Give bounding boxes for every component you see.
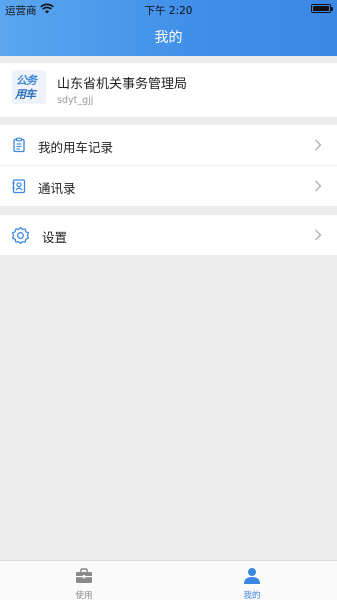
chevron-right-icon (315, 229, 322, 241)
page-title: 我的 (154, 30, 183, 46)
header-bar: 运营商 下午 2:20 我的 (0, 0, 337, 56)
person-icon (244, 568, 260, 584)
logo-text-line2: 用车 (15, 88, 36, 101)
records-label: 我的用车记录 (38, 140, 114, 155)
status-time: 下午 2:20 (144, 5, 193, 17)
tab-use-label: 使用 (75, 591, 93, 600)
briefcase-icon (76, 568, 92, 583)
menu-item-settings[interactable]: 设置 (0, 215, 337, 255)
tab-bar: 使用 我的 (0, 560, 337, 600)
settings-label: 设置 (42, 230, 68, 245)
status-bar: 运营商 下午 2:20 (0, 0, 337, 18)
profile-card[interactable]: 公务 用车 山东省机关事务管理局 sdyt_gjj (0, 63, 337, 117)
account-id: sdyt_gjj (57, 95, 94, 106)
org-logo: 公务 用车 (12, 70, 46, 104)
org-name: 山东省机关事务管理局 (57, 77, 188, 92)
menu-item-records[interactable]: 我的用车记录 (0, 125, 337, 165)
tab-mine-label: 我的 (243, 591, 261, 600)
chevron-right-icon (315, 139, 322, 151)
contacts-label: 通讯录 (38, 181, 76, 196)
chevron-right-icon (315, 180, 322, 192)
battery-icon (311, 4, 333, 13)
menu-group-settings: 设置 (0, 215, 337, 255)
contacts-book-icon (12, 179, 26, 194)
menu-group-main: 我的用车记录 通讯录 (0, 125, 337, 206)
clipboard-icon (13, 137, 25, 153)
gear-icon (11, 226, 30, 245)
tab-use[interactable]: 使用 (44, 561, 124, 600)
tab-mine[interactable]: 我的 (212, 561, 292, 600)
menu-item-contacts[interactable]: 通讯录 (0, 166, 337, 206)
